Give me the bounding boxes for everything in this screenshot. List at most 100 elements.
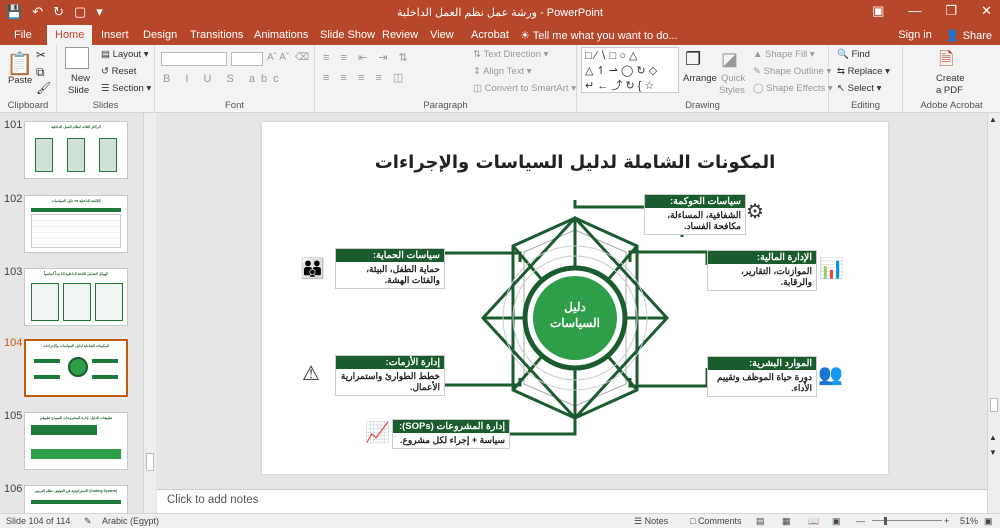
thumbnails-scrollbar[interactable] bbox=[143, 113, 156, 513]
section-button[interactable]: ☰ Section ▾ bbox=[101, 83, 151, 94]
font-size-box[interactable] bbox=[231, 52, 263, 66]
tab-transitions[interactable]: Transitions bbox=[190, 29, 243, 41]
prev-slide-icon[interactable]: ▲ bbox=[989, 433, 997, 442]
tab-animations[interactable]: Animations bbox=[254, 29, 308, 41]
tab-view[interactable]: View bbox=[430, 29, 454, 41]
thumb-number: 105 bbox=[4, 410, 23, 422]
arrange-button[interactable]: Arrange bbox=[683, 73, 717, 84]
layout-button[interactable]: ▤ Layout ▾ bbox=[101, 49, 149, 60]
restore-icon[interactable]: ❐ bbox=[945, 3, 957, 19]
tab-acrobat[interactable]: Acrobat bbox=[471, 29, 509, 41]
scroll-up-icon[interactable]: ▲ bbox=[989, 115, 997, 124]
editor-scrollbar[interactable]: ▲ ▲ ▼ bbox=[987, 113, 1000, 513]
tab-review[interactable]: Review bbox=[382, 29, 418, 41]
tab-slide-show[interactable]: Slide Show bbox=[320, 29, 375, 41]
tab-insert[interactable]: Insert bbox=[101, 29, 129, 41]
tab-design[interactable]: Design bbox=[143, 29, 177, 41]
spelling-icon[interactable]: ✎ bbox=[84, 516, 92, 527]
card-protection[interactable]: سياسات الحماية: حماية الطفل، البيئة، وال… bbox=[335, 248, 445, 289]
slideshow-icon[interactable]: ▣ bbox=[832, 516, 841, 527]
tab-home[interactable]: Home bbox=[47, 25, 93, 45]
comments-button[interactable]: □ Comments bbox=[690, 516, 741, 526]
drawing-label: Drawing bbox=[685, 100, 720, 111]
ribbon-display-icon[interactable]: ▣ bbox=[872, 3, 884, 19]
tell-me-box[interactable]: ☀ Tell me what you want to do... bbox=[520, 29, 678, 42]
next-slide-icon[interactable]: ▼ bbox=[989, 448, 997, 457]
current-slide[interactable]: المكونات الشاملة لدليل السياسات والإجراء… bbox=[262, 122, 888, 474]
slide-thumbnail-101[interactable]: الركائز الثلاث لنظام العمل الداخلية bbox=[24, 121, 128, 179]
reset-button[interactable]: ↺ Reset bbox=[101, 66, 136, 77]
align-text-icon: ⇕ bbox=[473, 66, 484, 77]
language-indicator[interactable]: Arabic (Egypt) bbox=[102, 516, 159, 526]
card-finance[interactable]: الإدارة المالية: الموازنات، التقارير، وا… bbox=[707, 250, 817, 291]
text-direction-button[interactable]: ⇅ Text Direction ▾ bbox=[473, 49, 548, 60]
card-crisis[interactable]: إدارة الأزمات: خطط الطوارئ واستمرارية ال… bbox=[335, 355, 445, 396]
slides-label: Slides bbox=[92, 100, 119, 111]
notes-icon: ☰ bbox=[634, 516, 645, 526]
hub-diagram bbox=[440, 200, 709, 436]
normal-view-icon[interactable]: ▤ bbox=[756, 516, 765, 527]
shield-alert-icon: ⚠ bbox=[302, 363, 320, 385]
slide-sorter-icon[interactable]: ▦ bbox=[782, 516, 791, 527]
quick-styles-label-1[interactable]: Quick bbox=[721, 73, 745, 84]
shape-fill-button[interactable]: ▲ Shape Fill ▾ bbox=[753, 49, 815, 60]
create-pdf-label-1[interactable]: Create bbox=[936, 73, 965, 84]
sign-in-link[interactable]: Sign in bbox=[898, 29, 932, 42]
zoom-slider[interactable] bbox=[872, 520, 942, 521]
font-style-icons[interactable]: B I U S abc bbox=[163, 73, 285, 85]
copy-icon[interactable]: ⧉ bbox=[36, 65, 45, 80]
card-projects[interactable]: إدارة المشروعات (SOPs): سياسة + إجراء لك… bbox=[392, 419, 510, 449]
slide-thumbnail-102[interactable]: اللائحة الداخلية vs دليل السياسات bbox=[24, 195, 128, 253]
scroll-thumb[interactable] bbox=[146, 453, 154, 471]
scroll-thumb[interactable] bbox=[990, 398, 998, 412]
tab-file[interactable]: File bbox=[14, 29, 32, 41]
shapes-gallery[interactable]: □ ∕ ∖ □ ○ △ △ ↿ ⇀ ◯ ↻ ◇ ↵ ← ⤴ ↻ { ☆ bbox=[581, 47, 679, 93]
create-pdf-label-2[interactable]: a PDF bbox=[936, 85, 963, 96]
smartart-button[interactable]: ◫ Convert to SmartArt ▾ bbox=[473, 83, 576, 94]
shape-effects-button[interactable]: ◯ Shape Effects ▾ bbox=[753, 83, 833, 94]
fit-slide-icon[interactable]: ▣ bbox=[984, 516, 993, 527]
slide-thumbnail-106[interactable]: (Coding System) الاستراتيجية في التوثيق:… bbox=[24, 485, 128, 513]
slide-thumbnail-103[interactable]: الهيكل الشامل للائحة الداخلية 15 بنداً أ… bbox=[24, 268, 128, 326]
replace-button[interactable]: ⇆ Replace ▾ bbox=[837, 66, 890, 77]
font-grow-icon[interactable]: Aˆ Aˇ bbox=[267, 52, 289, 63]
cut-icon[interactable]: ✂ bbox=[36, 48, 46, 62]
clear-format-icon[interactable]: ⌫ bbox=[295, 52, 309, 63]
align-icons[interactable]: ≡ ≡ ≡ ≡ ◫ bbox=[323, 71, 407, 84]
list-icons[interactable]: ≡ ≡ ⇤ ⇥ ⇅ bbox=[323, 51, 412, 64]
font-name-box[interactable] bbox=[161, 52, 227, 66]
notes-pane[interactable]: Click to add notes bbox=[157, 489, 987, 513]
align-text-button[interactable]: ⇕ Align Text ▾ bbox=[473, 66, 532, 77]
shape-outline-button[interactable]: ✎ Shape Outline ▾ bbox=[753, 66, 831, 77]
font-label: Font bbox=[224, 100, 244, 111]
new-slide-label-2[interactable]: Slide bbox=[68, 85, 89, 96]
zoom-level[interactable]: 51% bbox=[960, 516, 978, 526]
slide-thumbnail-105[interactable]: تطبيقات الدليل: إدارة المشروعات النموذج … bbox=[24, 412, 128, 470]
share-icon: 👤 bbox=[945, 30, 963, 42]
new-slide-label-1[interactable]: New bbox=[71, 73, 90, 84]
thumb-column bbox=[63, 283, 91, 321]
zoom-out-icon[interactable]: — bbox=[856, 516, 865, 526]
paste-icon[interactable]: 📋 bbox=[6, 51, 33, 77]
quick-styles-label-2[interactable]: Styles bbox=[719, 85, 745, 96]
slide-title[interactable]: المكونات الشاملة لدليل السياسات والإجراء… bbox=[332, 152, 818, 173]
slide-thumbnail-104[interactable]: المكونات الشاملة لدليل السياسات والإجراء… bbox=[24, 339, 128, 397]
bold-icon[interactable] bbox=[163, 73, 164, 74]
notes-placeholder[interactable]: Click to add notes bbox=[167, 494, 258, 506]
reading-view-icon[interactable]: 📖 bbox=[808, 516, 819, 527]
select-button[interactable]: ↖ Select ▾ bbox=[837, 83, 881, 94]
paste-button[interactable]: Paste bbox=[8, 75, 32, 86]
quick-styles-icon[interactable]: ◪ bbox=[721, 49, 738, 70]
new-slide-icon[interactable] bbox=[65, 47, 89, 69]
find-button[interactable]: 🔍 Find bbox=[837, 49, 870, 60]
close-icon[interactable]: ✕ bbox=[981, 3, 992, 19]
zoom-in-icon[interactable]: + bbox=[944, 516, 949, 526]
zoom-slider-thumb[interactable] bbox=[884, 517, 887, 525]
card-hr[interactable]: الموارد البشرية: دورة حياة الموظف وتقييم… bbox=[707, 356, 817, 397]
minimize-icon[interactable]: — bbox=[908, 3, 921, 19]
format-painter-icon[interactable]: 🖌 bbox=[36, 81, 51, 95]
card-governance[interactable]: سياسات الحوكمة: الشفافية، المساءلة، مكاف… bbox=[644, 194, 746, 235]
arrange-icon[interactable]: ❐ bbox=[685, 49, 701, 70]
share-button[interactable]: 👤 Share bbox=[946, 29, 992, 42]
notes-button[interactable]: ☰ Notes bbox=[634, 516, 668, 527]
